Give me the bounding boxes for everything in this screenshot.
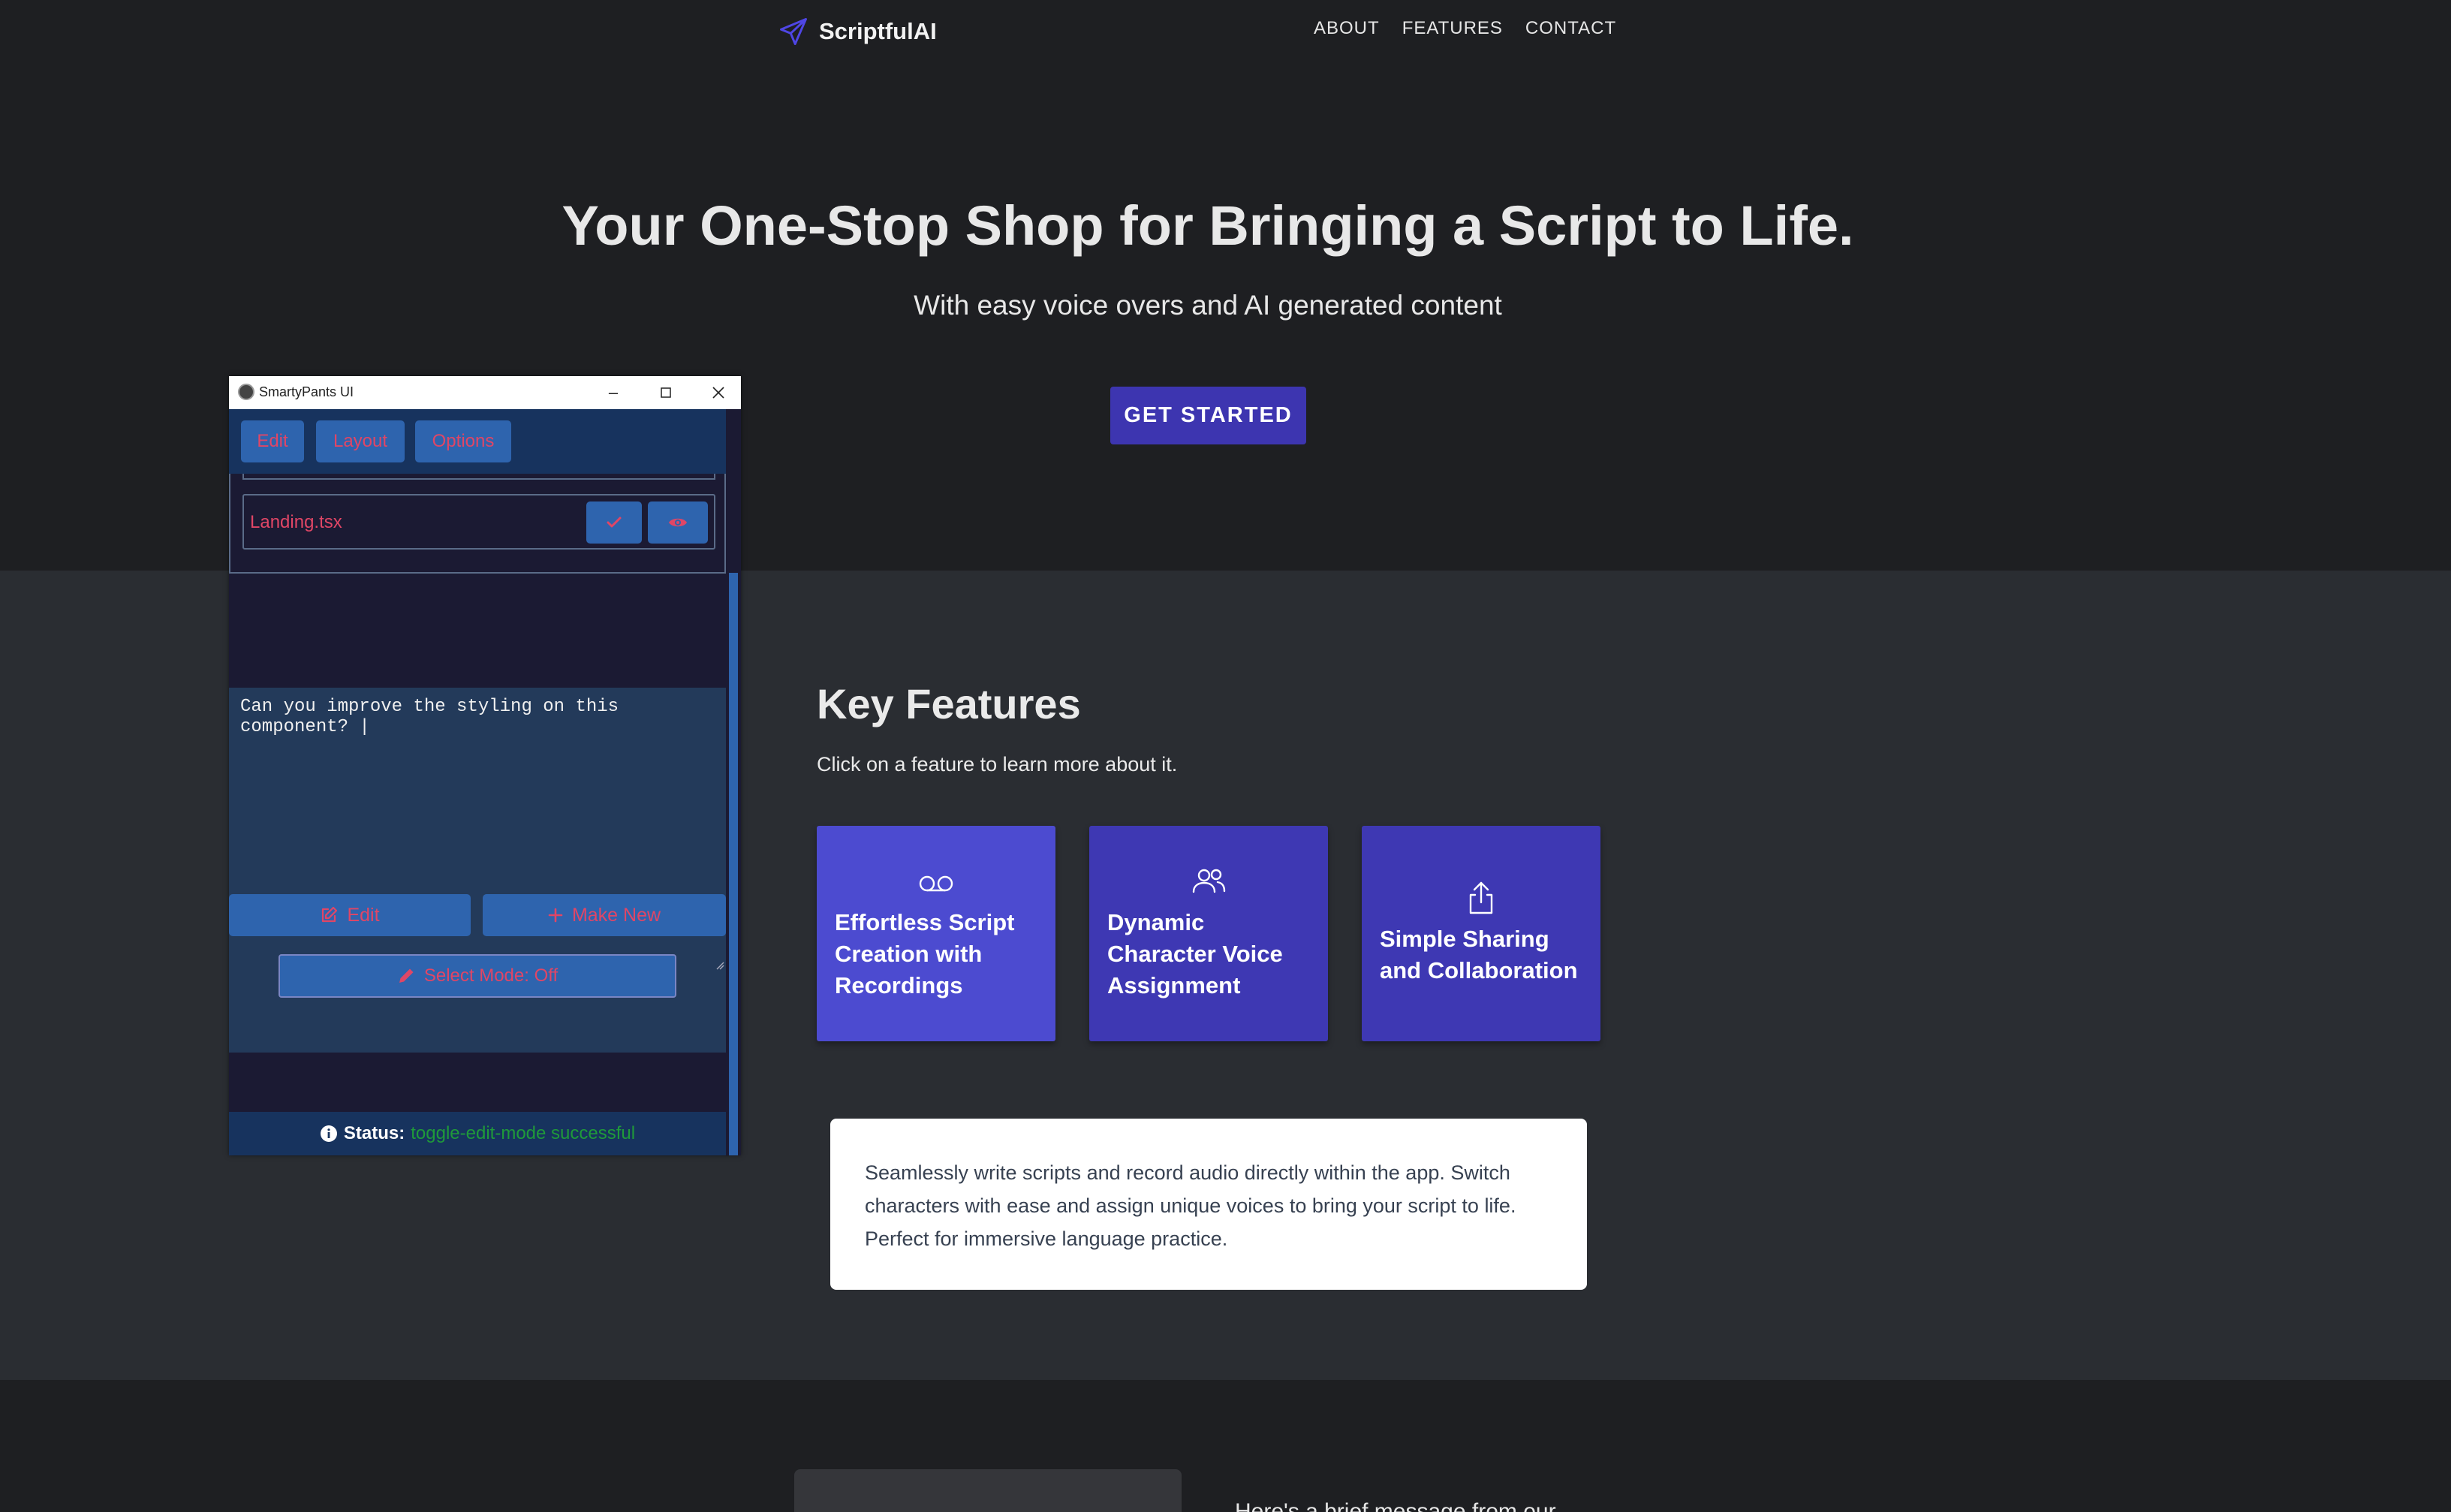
maximize-icon[interactable]: [654, 381, 678, 405]
check-icon: [607, 517, 622, 528]
feature-card-sharing[interactable]: Simple Sharing and Collaboration: [1362, 826, 1600, 1041]
feature-card-script-creation[interactable]: Effortless Script Creation with Recordin…: [817, 826, 1055, 1041]
video-card: [794, 1469, 1182, 1512]
edit-button[interactable]: Edit: [229, 894, 471, 936]
share-icon: [1362, 880, 1600, 920]
file-item-previous: [242, 474, 715, 480]
nav-links: ABOUT FEATURES CONTACT: [1314, 18, 1616, 39]
feature-description: Seamlessly write scripts and record audi…: [830, 1119, 1587, 1290]
file-list: Landing.tsx: [229, 474, 726, 574]
menu-edit[interactable]: Edit: [241, 420, 304, 462]
edit-icon: [322, 906, 338, 923]
select-mode-button[interactable]: Select Mode: Off: [279, 954, 676, 998]
pencil-icon: [399, 968, 414, 983]
status-label: Status:: [343, 1123, 405, 1143]
minimize-icon[interactable]: –: [601, 381, 625, 405]
message-intro: Here's a brief message from our: [1235, 1499, 1556, 1512]
feature-card-voice-assignment[interactable]: Dynamic Character Voice Assignment: [1089, 826, 1328, 1041]
file-panel: Landing.tsx Can you improve the styling …: [229, 474, 726, 1053]
paper-plane-icon: [780, 18, 807, 45]
make-new-button[interactable]: Make New: [483, 894, 726, 936]
file-item[interactable]: Landing.tsx: [242, 494, 715, 550]
hero-subtitle: With easy voice overs and AI generated c…: [914, 290, 1502, 321]
info-icon: [320, 1125, 337, 1142]
edit-button-label: Edit: [347, 904, 380, 926]
app-logo-icon: [238, 384, 254, 400]
brand[interactable]: ScriptfulAI: [777, 14, 937, 50]
window-title: SmartyPants UI: [259, 384, 354, 399]
status-bar: Status: toggle-edit-mode successful: [229, 1112, 726, 1155]
status-value: toggle-edit-mode successful: [411, 1123, 636, 1143]
preview-file-button[interactable]: [648, 501, 708, 544]
feature-card-label: Dynamic Character Voice Assignment: [1107, 909, 1283, 998]
app-menubar: Edit Layout Options: [229, 409, 726, 474]
resize-handle-icon[interactable]: [715, 960, 724, 970]
scrollbar[interactable]: [729, 573, 738, 1155]
smartypants-window: SmartyPants UI – Edit Layout Options Lan…: [229, 376, 741, 1155]
nav-link-features[interactable]: FEATURES: [1402, 18, 1503, 39]
hero-title: Your One-Stop Shop for Bringing a Script…: [562, 194, 1854, 257]
file-name: Landing.tsx: [250, 512, 342, 532]
select-mode-label: Select Mode: Off: [423, 965, 559, 986]
features-title: Key Features: [817, 680, 1081, 727]
menu-layout[interactable]: Layout: [316, 420, 405, 462]
feature-card-label: Effortless Script Creation with Recordin…: [835, 909, 1015, 998]
nav-link-about[interactable]: ABOUT: [1314, 18, 1380, 39]
users-icon: [1089, 866, 1328, 900]
menu-options[interactable]: Options: [415, 420, 511, 462]
make-new-button-label: Make New: [571, 904, 661, 926]
feature-card-label: Simple Sharing and Collaboration: [1380, 926, 1578, 983]
close-icon[interactable]: [706, 381, 730, 405]
nav-link-contact[interactable]: CONTACT: [1525, 18, 1616, 39]
brand-name: ScriptfulAI: [819, 18, 937, 44]
window-titlebar: SmartyPants UI –: [229, 376, 741, 409]
confirm-file-button[interactable]: [586, 501, 642, 544]
voicemail-icon: [817, 872, 1055, 899]
plus-icon: [548, 908, 563, 923]
get-started-button[interactable]: GET STARTED: [1110, 387, 1306, 444]
eye-icon: [669, 518, 687, 527]
features-subtitle: Click on a feature to learn more about i…: [817, 753, 1178, 776]
